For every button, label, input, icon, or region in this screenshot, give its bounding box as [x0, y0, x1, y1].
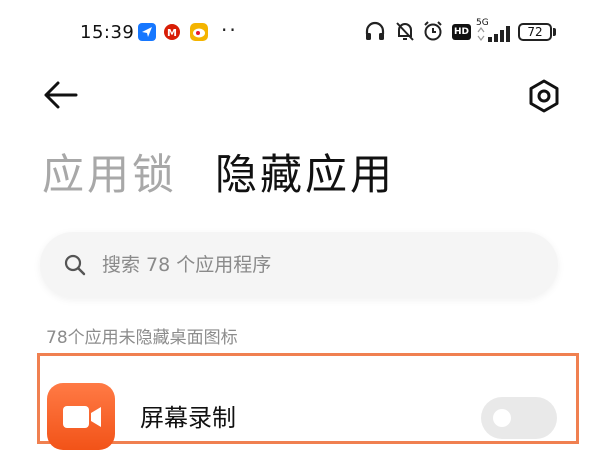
list-item-icon	[47, 383, 115, 450]
signal-icon	[477, 26, 510, 42]
list-item-label: 屏幕录制	[140, 404, 236, 432]
video-camera-icon	[63, 406, 101, 428]
more-notifications-icon: ··	[221, 18, 238, 42]
headphones-icon	[365, 21, 385, 40]
search-placeholder: 搜索 78 个应用程序	[102, 254, 272, 276]
battery-indicator: 72	[518, 23, 552, 41]
alarm-icon	[424, 21, 442, 41]
tab-app-lock[interactable]: 应用锁	[42, 148, 177, 202]
hd-voice-icon: HD	[452, 24, 471, 40]
hide-app-toggle[interactable]	[481, 397, 557, 439]
mute-bell-icon	[396, 22, 414, 41]
weibo-notification-icon	[190, 23, 208, 41]
settings-button[interactable]	[526, 78, 562, 114]
notification-app-icon	[138, 23, 156, 41]
section-label: 78个应用未隐藏桌面图标	[46, 328, 238, 348]
arrow-left-icon	[44, 81, 78, 109]
search-icon	[64, 254, 86, 276]
status-time: 15:39	[80, 22, 135, 43]
svg-text:M: M	[167, 28, 177, 39]
toggle-knob	[493, 409, 511, 427]
search-input[interactable]: 搜索 78 个应用程序	[40, 232, 558, 298]
notification-app-icon: M	[163, 23, 181, 41]
back-button[interactable]	[40, 78, 80, 112]
tab-hidden-apps[interactable]: 隐藏应用	[215, 148, 395, 202]
status-bar: 15:39 M ·· HD 5G 72	[0, 0, 600, 66]
settings-hexagon-icon	[529, 79, 559, 113]
battery-tip	[553, 28, 556, 36]
